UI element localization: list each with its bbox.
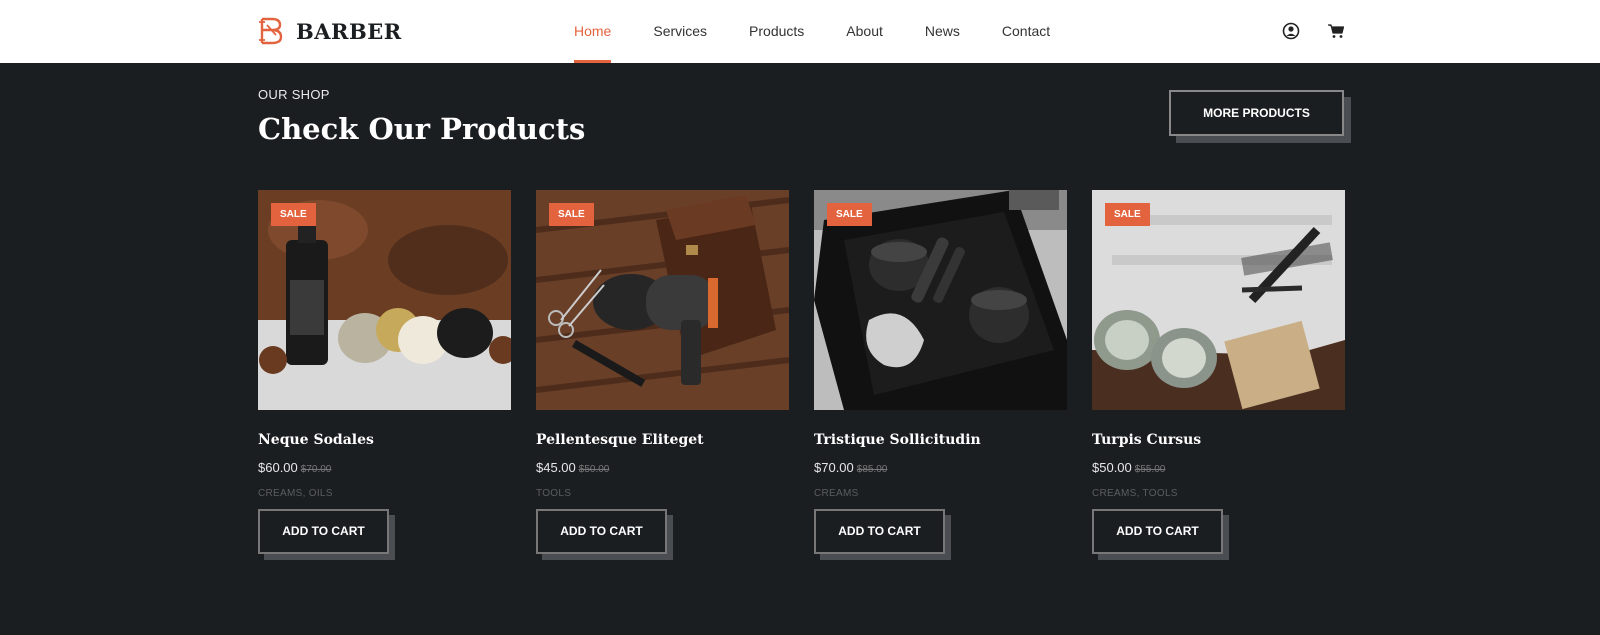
product-card: SALE Tristique Sollicitudin $70.00 $85.00…	[814, 190, 1067, 554]
old-price: $70.00	[300, 464, 332, 475]
old-price: $55.00	[1134, 464, 1166, 475]
product-name[interactable]: Turpis Cursus	[1092, 432, 1345, 448]
product-card: SALE Pellentesque Eliteget $45.00 $50.00 …	[536, 190, 789, 554]
sale-badge: SALE	[549, 203, 594, 226]
current-price: $70.00	[814, 460, 854, 475]
section-title: Check Our Products	[258, 112, 586, 146]
nav-item-products[interactable]: Products	[749, 0, 804, 63]
header-actions	[1282, 22, 1372, 40]
more-products-button[interactable]: MORE PRODUCTS	[1169, 90, 1344, 136]
product-image[interactable]: SALE	[814, 190, 1067, 410]
product-name[interactable]: Pellentesque Eliteget	[536, 432, 789, 448]
product-card: SALE Neque Sodales $60.00 $70.00 CREAMS, …	[258, 190, 511, 554]
product-categories[interactable]: TOOLS	[536, 488, 789, 499]
product-image[interactable]: SALE	[258, 190, 511, 410]
nav-item-about[interactable]: About	[846, 0, 883, 63]
product-price: $50.00 $55.00	[1092, 460, 1345, 475]
product-categories[interactable]: CREAMS	[814, 488, 1067, 499]
product-price: $45.00 $50.00	[536, 460, 789, 475]
product-price: $70.00 $85.00	[814, 460, 1067, 475]
add-to-cart-button[interactable]: ADD TO CART	[536, 509, 667, 554]
user-icon[interactable]	[1282, 22, 1300, 40]
product-image[interactable]: SALE	[536, 190, 789, 410]
section-eyebrow: OUR SHOP	[258, 87, 330, 102]
nav-item-news[interactable]: News	[925, 0, 960, 63]
sale-badge: SALE	[271, 203, 316, 226]
sale-badge: SALE	[1105, 203, 1150, 226]
product-name[interactable]: Neque Sodales	[258, 432, 511, 448]
old-price: $85.00	[856, 464, 888, 475]
sale-badge: SALE	[827, 203, 872, 226]
add-to-cart-button[interactable]: ADD TO CART	[258, 509, 389, 554]
cart-icon[interactable]	[1327, 22, 1345, 40]
nav-item-home[interactable]: Home	[574, 0, 612, 63]
product-categories[interactable]: CREAMS, TOOLS	[1092, 488, 1345, 499]
product-categories[interactable]: CREAMS, OILS	[258, 488, 511, 499]
add-to-cart-button[interactable]: ADD TO CART	[814, 509, 945, 554]
product-image[interactable]: SALE	[1092, 190, 1345, 410]
old-price: $50.00	[578, 464, 610, 475]
brand-name: BARBER	[296, 18, 402, 44]
site-header: BARBER Home Services Products About News…	[0, 0, 1600, 63]
product-card: SALE Turpis Cursus $50.00 $55.00 CREAMS, …	[1092, 190, 1345, 554]
main-nav: Home Services Products About News Contac…	[574, 0, 1092, 63]
product-price: $60.00 $70.00	[258, 460, 511, 475]
product-name[interactable]: Tristique Sollicitudin	[814, 432, 1067, 448]
barber-logo-icon	[259, 17, 283, 45]
current-price: $45.00	[536, 460, 576, 475]
add-to-cart-button[interactable]: ADD TO CART	[1092, 509, 1223, 554]
nav-item-services[interactable]: Services	[653, 0, 707, 63]
brand-logo[interactable]: BARBER	[258, 15, 402, 47]
nav-item-contact[interactable]: Contact	[1002, 0, 1050, 63]
current-price: $50.00	[1092, 460, 1132, 475]
current-price: $60.00	[258, 460, 298, 475]
